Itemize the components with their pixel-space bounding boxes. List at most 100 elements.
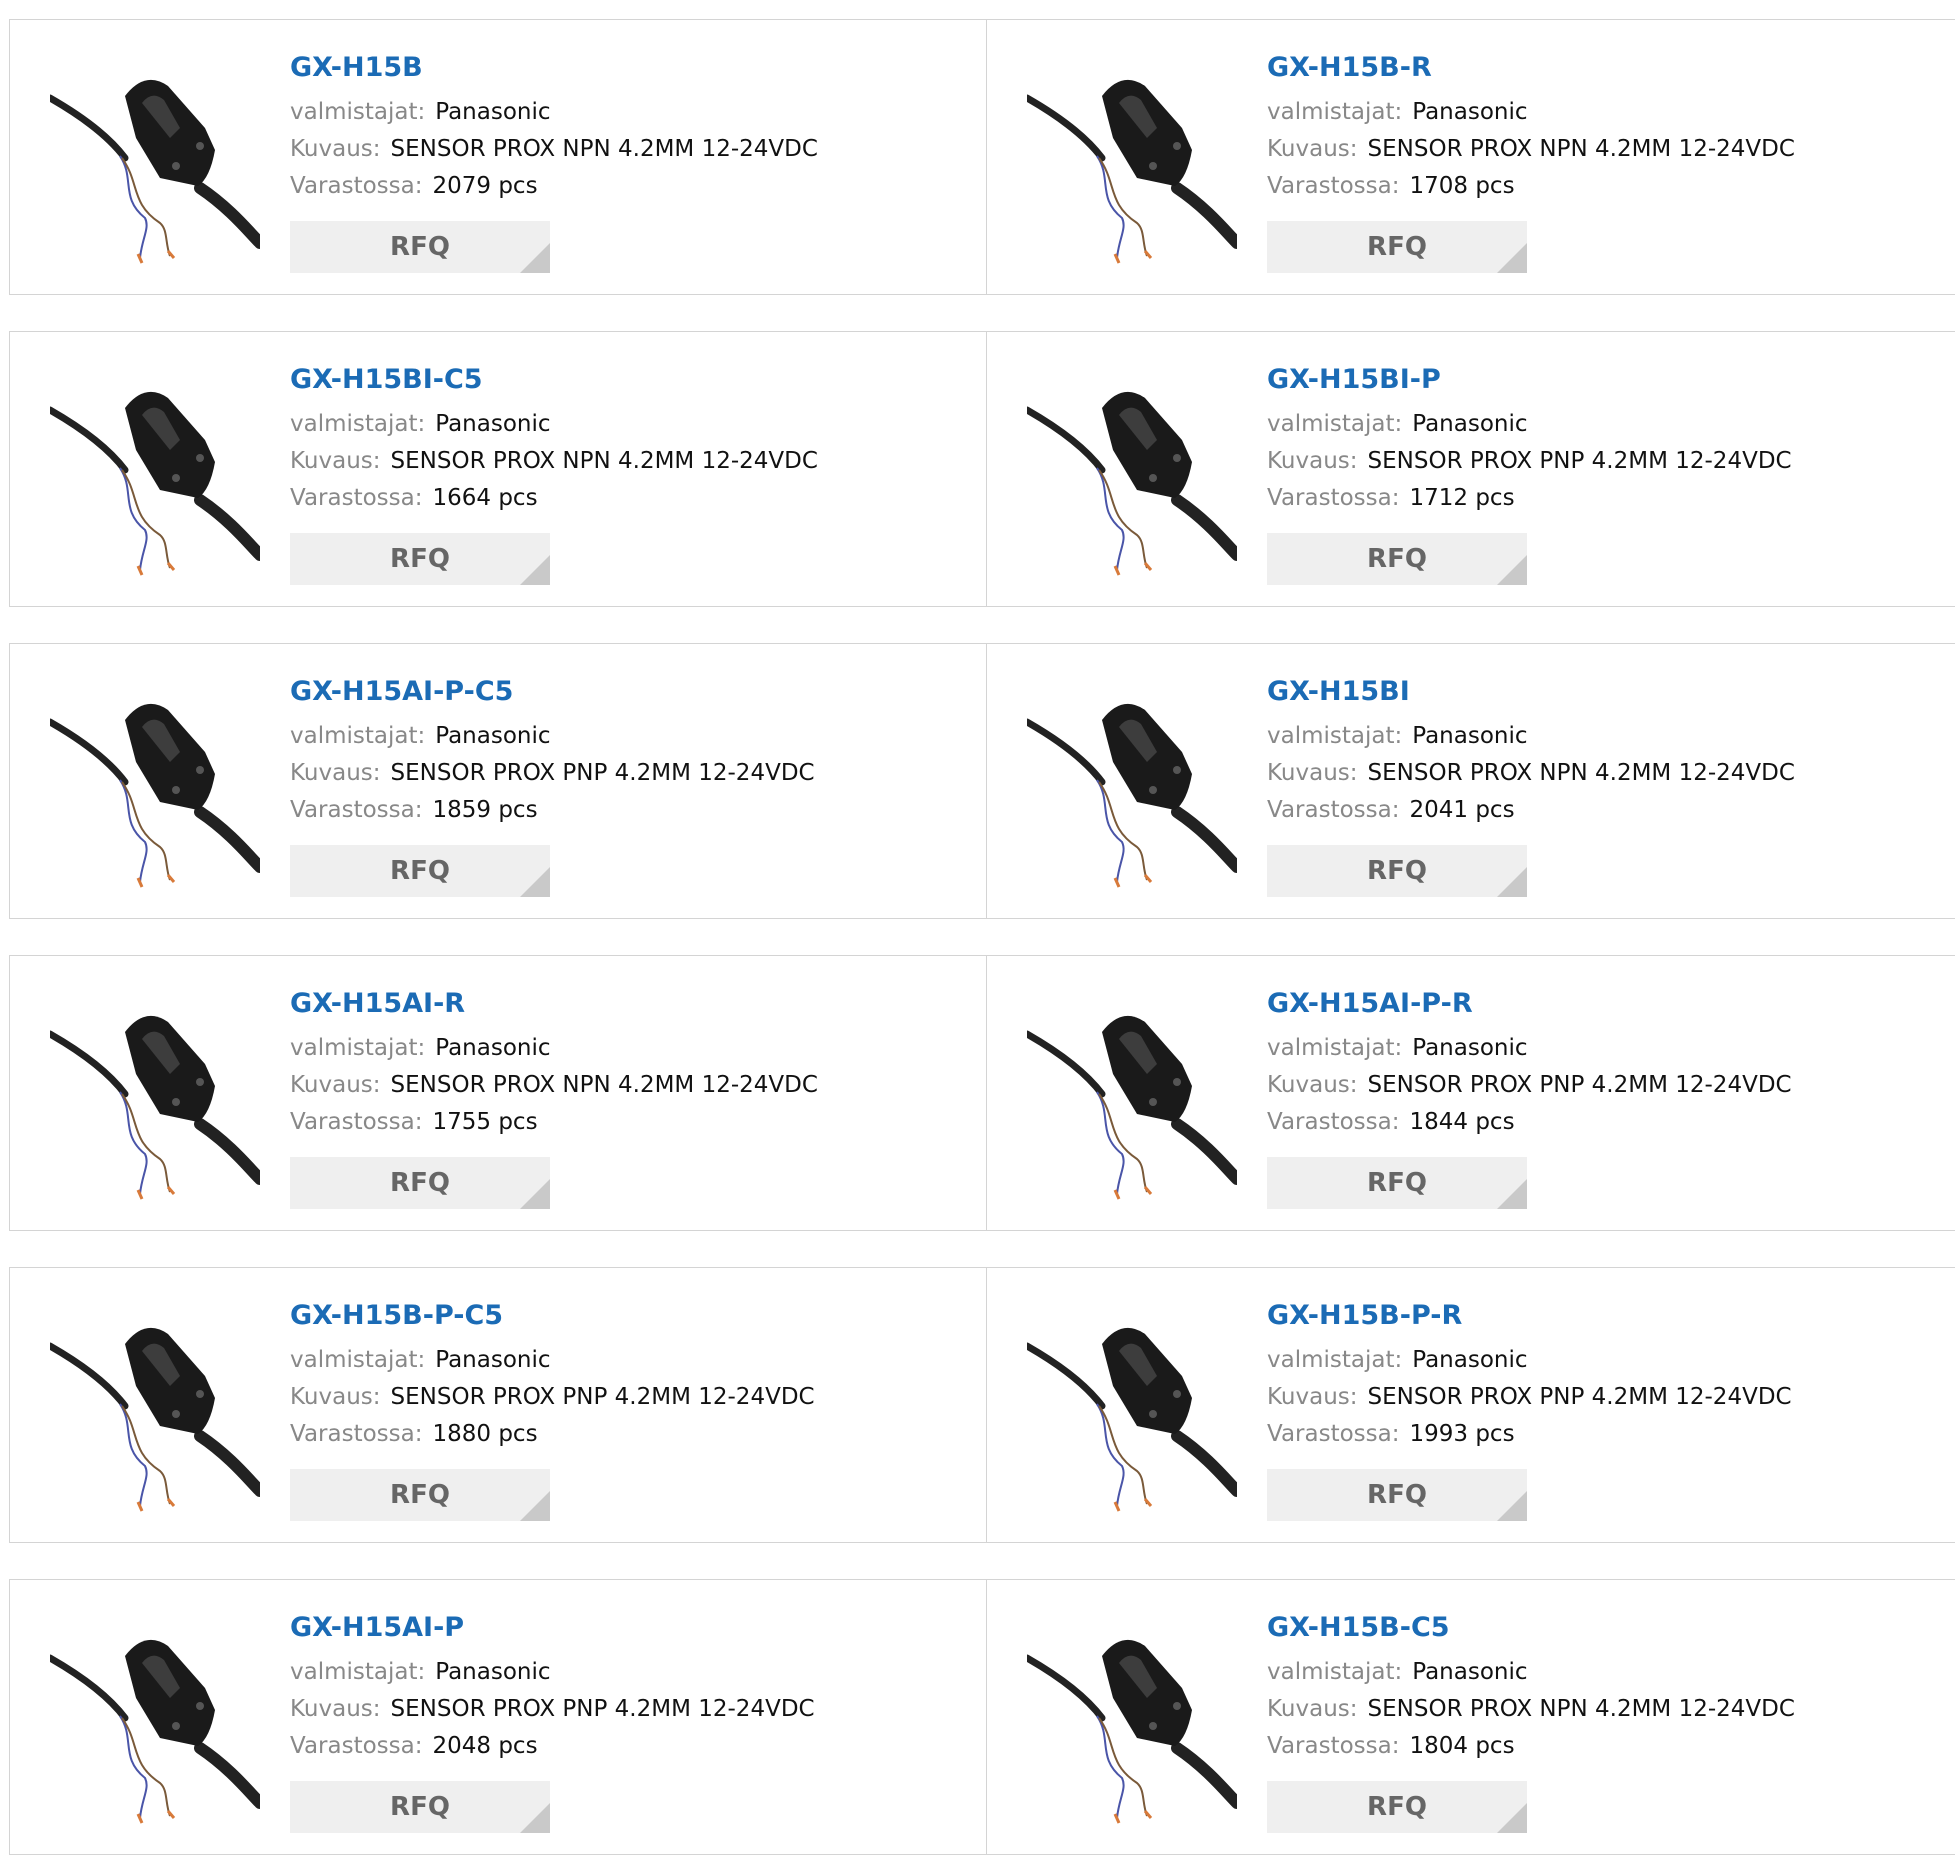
product-title-link[interactable]: GX-H15AI-P-C5 bbox=[290, 674, 815, 710]
stock-label: Varastossa: bbox=[290, 1421, 423, 1447]
product-card: GX-H15AI-P valmistajat: Panasonic Kuvaus:… bbox=[9, 1579, 987, 1855]
triangle-corner-icon bbox=[520, 555, 550, 585]
product-title-link[interactable]: GX-H15B-C5 bbox=[1267, 1610, 1795, 1646]
description-label: Kuvaus: bbox=[290, 1072, 381, 1098]
rfq-button[interactable]: RFQ bbox=[1267, 1781, 1527, 1833]
manufacturer-label: valmistajat: bbox=[290, 1347, 426, 1373]
manufacturer-value: Panasonic bbox=[1412, 1659, 1528, 1685]
stock-label: Varastossa: bbox=[1267, 1109, 1400, 1135]
manufacturer-row: valmistajat: Panasonic bbox=[290, 1654, 815, 1691]
stock-label: Varastossa: bbox=[1267, 485, 1400, 511]
product-title-link[interactable]: GX-H15B-P-C5 bbox=[290, 1298, 815, 1334]
manufacturer-row: valmistajat: Panasonic bbox=[290, 94, 818, 131]
description-label: Kuvaus: bbox=[1267, 1384, 1358, 1410]
proximity-sensor-icon[interactable] bbox=[1027, 682, 1237, 892]
rfq-button[interactable]: RFQ bbox=[290, 221, 550, 273]
product-title-link[interactable]: GX-H15AI-P bbox=[290, 1610, 815, 1646]
description-value: SENSOR PROX PNP 4.2MM 12-24VDC bbox=[1367, 1384, 1792, 1410]
proximity-sensor-icon[interactable] bbox=[50, 994, 260, 1204]
proximity-sensor-icon[interactable] bbox=[1027, 370, 1237, 580]
rfq-button[interactable]: RFQ bbox=[1267, 1157, 1527, 1209]
stock-row: Varastossa: 1708 pcs bbox=[1267, 168, 1795, 205]
stock-row: Varastossa: 1755 pcs bbox=[290, 1104, 818, 1141]
manufacturer-label: valmistajat: bbox=[290, 99, 426, 125]
proximity-sensor-icon[interactable] bbox=[50, 1618, 260, 1828]
rfq-label: RFQ bbox=[1367, 1168, 1427, 1198]
stock-row: Varastossa: 1664 pcs bbox=[290, 480, 818, 517]
product-title-link[interactable]: GX-H15AI-R bbox=[290, 986, 818, 1022]
description-value: SENSOR PROX NPN 4.2MM 12-24VDC bbox=[1367, 760, 1795, 786]
description-value: SENSOR PROX NPN 4.2MM 12-24VDC bbox=[390, 1072, 818, 1098]
rfq-label: RFQ bbox=[390, 544, 450, 574]
stock-value: 2048 pcs bbox=[432, 1733, 538, 1759]
proximity-sensor-icon[interactable] bbox=[1027, 1306, 1237, 1516]
manufacturer-row: valmistajat: Panasonic bbox=[1267, 718, 1795, 755]
rfq-button[interactable]: RFQ bbox=[290, 1157, 550, 1209]
proximity-sensor-icon[interactable] bbox=[1027, 994, 1237, 1204]
stock-label: Varastossa: bbox=[290, 797, 423, 823]
description-value: SENSOR PROX NPN 4.2MM 12-24VDC bbox=[1367, 136, 1795, 162]
stock-value: 1708 pcs bbox=[1409, 173, 1515, 199]
proximity-sensor-icon[interactable] bbox=[50, 682, 260, 892]
description-row: Kuvaus: SENSOR PROX NPN 4.2MM 12-24VDC bbox=[1267, 755, 1795, 792]
triangle-corner-icon bbox=[520, 243, 550, 273]
manufacturer-label: valmistajat: bbox=[1267, 1035, 1403, 1061]
description-row: Kuvaus: SENSOR PROX NPN 4.2MM 12-24VDC bbox=[290, 443, 818, 480]
product-title-link[interactable]: GX-H15B-P-R bbox=[1267, 1298, 1792, 1334]
rfq-button[interactable]: RFQ bbox=[290, 1781, 550, 1833]
product-info: GX-H15AI-P valmistajat: Panasonic Kuvaus:… bbox=[290, 1610, 815, 1765]
description-label: Kuvaus: bbox=[1267, 136, 1358, 162]
proximity-sensor-icon[interactable] bbox=[1027, 58, 1237, 268]
description-value: SENSOR PROX NPN 4.2MM 12-24VDC bbox=[390, 448, 818, 474]
stock-row: Varastossa: 1712 pcs bbox=[1267, 480, 1792, 517]
triangle-corner-icon bbox=[520, 1179, 550, 1209]
product-title-link[interactable]: GX-H15B bbox=[290, 50, 818, 86]
product-title-link[interactable]: GX-H15BI-C5 bbox=[290, 362, 818, 398]
stock-label: Varastossa: bbox=[1267, 797, 1400, 823]
manufacturer-value: Panasonic bbox=[435, 1035, 551, 1061]
product-info: GX-H15B-P-R valmistajat: Panasonic Kuvaus… bbox=[1267, 1298, 1792, 1453]
rfq-button[interactable]: RFQ bbox=[290, 845, 550, 897]
manufacturer-value: Panasonic bbox=[1412, 723, 1528, 749]
description-value: SENSOR PROX PNP 4.2MM 12-24VDC bbox=[1367, 448, 1792, 474]
rfq-button[interactable]: RFQ bbox=[290, 1469, 550, 1521]
rfq-button[interactable]: RFQ bbox=[1267, 845, 1527, 897]
stock-label: Varastossa: bbox=[290, 1733, 423, 1759]
description-row: Kuvaus: SENSOR PROX PNP 4.2MM 12-24VDC bbox=[1267, 443, 1792, 480]
product-info: GX-H15B-C5 valmistajat: Panasonic Kuvaus:… bbox=[1267, 1610, 1795, 1765]
stock-value: 2041 pcs bbox=[1409, 797, 1515, 823]
manufacturer-row: valmistajat: Panasonic bbox=[290, 1030, 818, 1067]
description-row: Kuvaus: SENSOR PROX PNP 4.2MM 12-24VDC bbox=[290, 1691, 815, 1728]
stock-label: Varastossa: bbox=[1267, 1733, 1400, 1759]
manufacturer-label: valmistajat: bbox=[1267, 411, 1403, 437]
rfq-button[interactable]: RFQ bbox=[290, 533, 550, 585]
product-title-link[interactable]: GX-H15B-R bbox=[1267, 50, 1795, 86]
stock-label: Varastossa: bbox=[290, 173, 423, 199]
stock-value: 1804 pcs bbox=[1409, 1733, 1515, 1759]
triangle-corner-icon bbox=[520, 1491, 550, 1521]
stock-value: 1844 pcs bbox=[1409, 1109, 1515, 1135]
proximity-sensor-icon[interactable] bbox=[1027, 1618, 1237, 1828]
proximity-sensor-icon[interactable] bbox=[50, 370, 260, 580]
product-title-link[interactable]: GX-H15BI-P bbox=[1267, 362, 1792, 398]
rfq-button[interactable]: RFQ bbox=[1267, 221, 1527, 273]
rfq-button[interactable]: RFQ bbox=[1267, 1469, 1527, 1521]
description-label: Kuvaus: bbox=[1267, 1696, 1358, 1722]
triangle-corner-icon bbox=[1497, 1803, 1527, 1833]
proximity-sensor-icon[interactable] bbox=[50, 1306, 260, 1516]
description-row: Kuvaus: SENSOR PROX PNP 4.2MM 12-24VDC bbox=[1267, 1379, 1792, 1416]
manufacturer-value: Panasonic bbox=[435, 723, 551, 749]
stock-label: Varastossa: bbox=[290, 1109, 423, 1135]
product-info: GX-H15B-R valmistajat: Panasonic Kuvaus: S… bbox=[1267, 50, 1795, 205]
rfq-label: RFQ bbox=[1367, 1792, 1427, 1822]
product-title-link[interactable]: GX-H15BI bbox=[1267, 674, 1795, 710]
product-title-link[interactable]: GX-H15AI-P-R bbox=[1267, 986, 1792, 1022]
description-label: Kuvaus: bbox=[1267, 760, 1358, 786]
triangle-corner-icon bbox=[1497, 555, 1527, 585]
manufacturer-value: Panasonic bbox=[1412, 99, 1528, 125]
product-card: GX-H15B-R valmistajat: Panasonic Kuvaus: S… bbox=[986, 19, 1955, 295]
rfq-button[interactable]: RFQ bbox=[1267, 533, 1527, 585]
rfq-label: RFQ bbox=[390, 1168, 450, 1198]
proximity-sensor-icon[interactable] bbox=[50, 58, 260, 268]
description-label: Kuvaus: bbox=[1267, 1072, 1358, 1098]
